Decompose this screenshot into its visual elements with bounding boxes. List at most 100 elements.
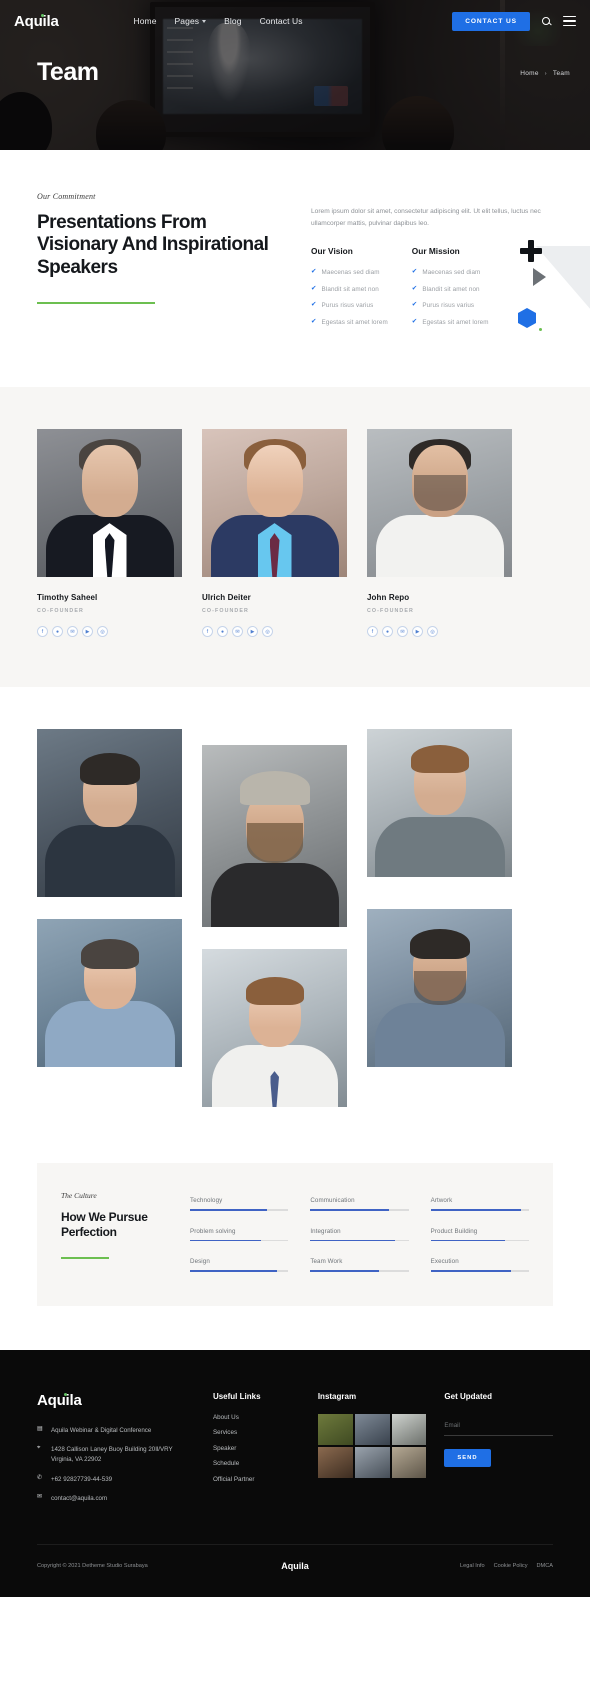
search-icon[interactable]: [541, 16, 552, 27]
twitter-icon[interactable]: ✉: [397, 626, 408, 638]
instagram-thumbnail[interactable]: [317, 1413, 353, 1445]
commitment-section: Our Commitment Presentations From Vision…: [0, 150, 590, 388]
skill-label: Integration: [310, 1227, 341, 1235]
member-role: CO-FOUNDER: [367, 608, 414, 615]
brand-logo-text: Aquila: [14, 12, 59, 30]
breadcrumb: Home › Team: [520, 70, 570, 77]
member-photo: [37, 429, 182, 578]
twitter-icon[interactable]: ✉: [232, 626, 243, 638]
vision-list: ✔ Maecenas sed diam ✔ Blandit sit amet non…: [311, 269, 388, 326]
mission-item-label: Egestas sit amet lorem: [422, 318, 489, 326]
footer-link-cookie-policy[interactable]: Cookie Policy: [494, 1563, 528, 1569]
breadcrumb-home[interactable]: Home: [520, 70, 539, 77]
skill-track: [310, 1239, 409, 1242]
instagram-thumbnail[interactable]: [317, 1446, 353, 1478]
hamburger-icon[interactable]: [562, 13, 576, 29]
dribbble-icon[interactable]: ●: [217, 626, 228, 638]
instagram-thumbnail[interactable]: [391, 1446, 427, 1478]
nav-right-group: CONTACT US: [452, 11, 576, 31]
instagram-thumbnail[interactable]: [354, 1413, 390, 1445]
member-socials: f ● ✉ ▶ ◎: [202, 626, 347, 638]
gallery-column: [37, 729, 182, 1107]
skill-label: Design: [190, 1258, 210, 1266]
team-gallery-section: [0, 687, 590, 1148]
footer-newsletter-title: Get Updated: [444, 1391, 492, 1401]
vision-title: Our Vision: [311, 246, 353, 257]
footer-link-services[interactable]: Services: [213, 1429, 300, 1436]
nav-item-home[interactable]: Home: [133, 16, 156, 26]
skill-track: [430, 1270, 529, 1272]
culture-left: The Culture How We Pursue Perfection: [61, 1191, 166, 1272]
skill-fill: [190, 1270, 277, 1272]
send-button[interactable]: SEND: [444, 1448, 491, 1467]
nav-item-contact-us-label: Contact Us: [259, 16, 303, 26]
team-card: Ulrich Deiter CO-FOUNDER f ● ✉ ▶ ◎: [202, 429, 347, 638]
footer-info-phone: ✆ +62 92827739-44-539: [37, 1475, 195, 1485]
youtube-icon[interactable]: ▶: [412, 626, 423, 638]
instagram-thumbnail[interactable]: [354, 1446, 390, 1478]
site-footer: Aquila ▤ Aquila Webinar & Digital Confer…: [0, 1349, 590, 1597]
dribbble-icon[interactable]: ●: [382, 626, 393, 638]
list-item: ✔ Maecenas sed diam: [412, 269, 489, 276]
skill-track: [430, 1239, 529, 1242]
dribbble-icon[interactable]: ●: [52, 626, 63, 638]
nav-item-blog[interactable]: Blog: [224, 16, 241, 26]
footer-logo[interactable]: Aquila: [37, 1392, 195, 1409]
nav-item-contact-us[interactable]: Contact Us: [260, 16, 303, 26]
page-title: Team: [37, 58, 99, 86]
footer-email-text[interactable]: contact@aquila.com: [51, 1494, 107, 1504]
brand-logo[interactable]: Aquila: [14, 13, 59, 30]
facebook-icon[interactable]: f: [367, 626, 378, 638]
gallery-photo: [202, 745, 347, 928]
footer-phone-text[interactable]: +62 92827739-44-539: [51, 1475, 112, 1485]
footer-link-speaker[interactable]: Speaker: [213, 1445, 300, 1452]
list-item: ✔ Blandit sit amet non: [412, 285, 489, 293]
member-name: Timothy Saheel: [37, 593, 98, 603]
skill-fill: [310, 1239, 395, 1242]
footer-links-list: About Us Services Speaker Schedule Offic…: [213, 1414, 300, 1483]
skills-grid: Technology Communication Artwork Problem…: [190, 1191, 529, 1272]
contact-us-button[interactable]: CONTACT US: [452, 11, 530, 31]
instagram-icon[interactable]: ◎: [97, 626, 108, 638]
nav-item-blog-label: Blog: [224, 16, 242, 26]
footer-bottom-logo[interactable]: Aquila: [217, 1561, 373, 1571]
footer-link-about-us[interactable]: About Us: [213, 1414, 300, 1421]
member-socials: f ● ✉ ▶ ◎: [37, 626, 182, 638]
instagram-icon[interactable]: ◎: [427, 626, 438, 638]
youtube-icon[interactable]: ▶: [82, 626, 93, 638]
footer-link-schedule[interactable]: Schedule: [213, 1460, 300, 1467]
skill-item: Communication: [310, 1197, 409, 1211]
team-card: John Repo CO-FOUNDER f ● ✉ ▶ ◎: [367, 429, 512, 638]
mission-item-label: Purus risus varius: [422, 302, 475, 310]
mission-item-label: Blandit sit amet non: [422, 285, 480, 293]
footer-links-column: Useful Links About Us Services Speaker S…: [213, 1392, 300, 1514]
facebook-icon[interactable]: f: [37, 626, 48, 638]
footer-link-official-partner[interactable]: Official Partner: [213, 1476, 300, 1483]
gallery-column: [202, 729, 347, 1108]
footer-bottom-links: Legal Info Cookie Policy DMCA: [373, 1563, 553, 1569]
footer-link-legal-info[interactable]: Legal Info: [460, 1563, 485, 1569]
footer-link-dmca[interactable]: DMCA: [537, 1563, 553, 1569]
facebook-icon[interactable]: f: [202, 626, 213, 638]
footer-bottom-bar: Copyright © 2021 Detheme Studio Surabaya…: [37, 1543, 553, 1571]
nav-item-pages[interactable]: Pages: [175, 16, 207, 26]
youtube-icon[interactable]: ▶: [247, 626, 258, 638]
email-field[interactable]: [444, 1416, 554, 1436]
gallery-photo: [202, 949, 347, 1108]
list-item: ✔ Egestas sit amet lorem: [412, 318, 489, 326]
instagram-thumbnail[interactable]: [391, 1413, 427, 1445]
team-members-section: Timothy Saheel CO-FOUNDER f ● ✉ ▶ ◎ Ulri…: [0, 387, 590, 688]
commitment-right: Lorem ipsum dolor sit amet, consectetur …: [311, 192, 553, 335]
skill-label: Technology: [190, 1197, 223, 1205]
member-photo: [202, 429, 347, 578]
plus-decoration-icon: [520, 240, 542, 262]
skill-fill: [310, 1209, 389, 1211]
gallery-photo: [367, 729, 512, 878]
commitment-left: Our Commitment Presentations From Vision…: [37, 192, 287, 335]
twitter-icon[interactable]: ✉: [67, 626, 78, 638]
envelope-icon: ✉: [37, 1494, 43, 1501]
skill-fill: [430, 1239, 506, 1242]
vision-item-label: Blandit sit amet non: [321, 285, 379, 293]
instagram-icon[interactable]: ◎: [262, 626, 273, 638]
vision-item-label: Egestas sit amet lorem: [321, 318, 388, 326]
